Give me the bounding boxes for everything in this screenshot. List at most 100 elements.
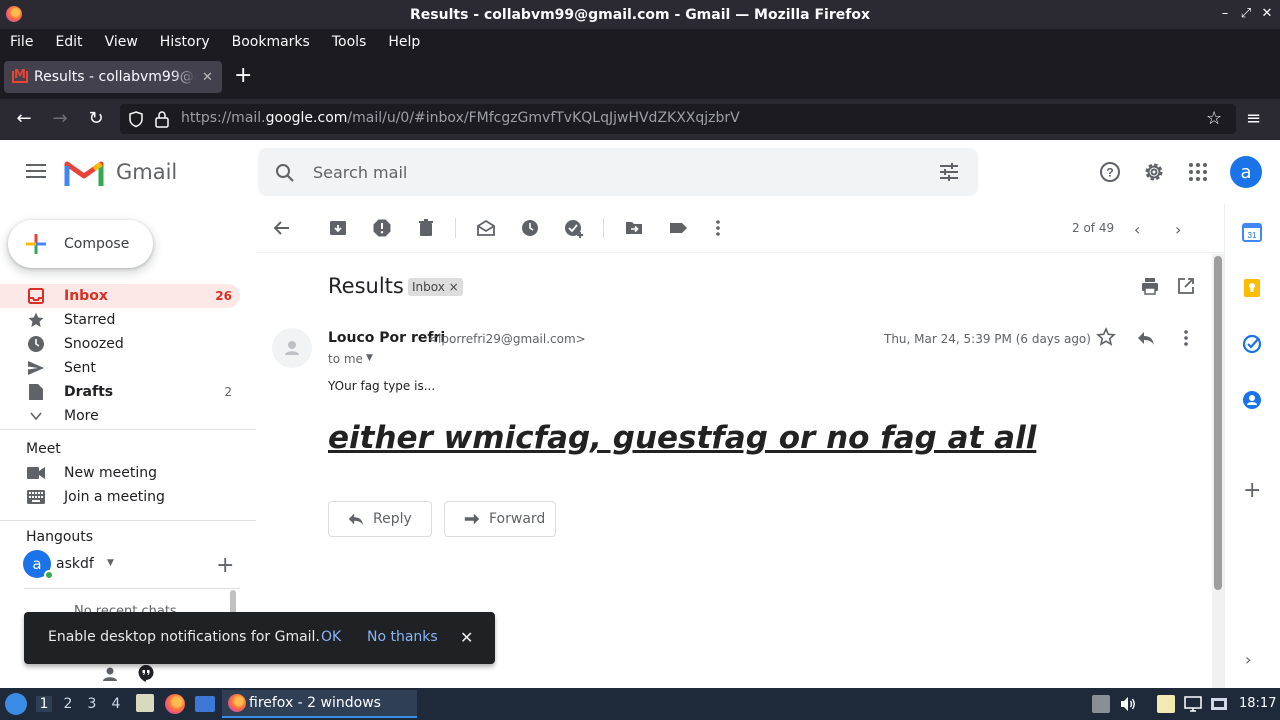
delete-icon[interactable]: [416, 218, 436, 238]
network-icon[interactable]: [1210, 695, 1228, 713]
firefox-menu-icon[interactable]: ≡: [1246, 108, 1261, 129]
back-to-inbox-icon[interactable]: [272, 218, 292, 238]
keep-notes-icon[interactable]: [1242, 278, 1262, 298]
account-avatar[interactable]: a: [1230, 156, 1262, 188]
taskbar-task-label[interactable]: firefox - 2 windows: [249, 695, 381, 711]
url-text[interactable]: https://mail.google.com/mail/u/0/#inbox/…: [181, 110, 740, 126]
archive-icon[interactable]: [328, 218, 348, 238]
snackbar-ok-button[interactable]: OK: [321, 629, 341, 645]
sender-email[interactable]: <lporrefri29@gmail.com>: [428, 332, 586, 346]
menu-file[interactable]: File: [10, 34, 33, 50]
label-icon[interactable]: [668, 218, 688, 238]
draft-icon: [27, 383, 45, 401]
mark-unread-icon[interactable]: [476, 218, 496, 238]
older-message-icon[interactable]: ›: [1175, 220, 1181, 239]
lock-icon[interactable]: [154, 110, 170, 128]
open-new-window-icon[interactable]: [1176, 276, 1196, 296]
firefox-launcher-icon[interactable]: [165, 694, 185, 714]
new-chat-plus-icon[interactable]: +: [216, 553, 234, 578]
get-addons-plus-icon[interactable]: +: [1243, 478, 1261, 503]
caret-down-icon[interactable]: ▼: [107, 558, 114, 568]
sidebar-item-sent[interactable]: Sent: [0, 356, 240, 380]
terminal-launcher-icon[interactable]: [195, 696, 215, 712]
gear-icon[interactable]: [1142, 160, 1166, 184]
hangouts-scrollbar[interactable]: [230, 590, 236, 614]
search-options-icon[interactable]: [937, 160, 961, 184]
print-icon[interactable]: [1140, 276, 1160, 296]
sidebar-item-more[interactable]: More: [0, 404, 240, 428]
file-manager-icon[interactable]: [136, 694, 154, 712]
menu-bookmarks[interactable]: Bookmarks: [232, 34, 310, 50]
more-options-icon[interactable]: [1176, 328, 1196, 348]
message-scrollbar-thumb[interactable]: [1214, 256, 1222, 590]
snackbar-no-thanks-button[interactable]: No thanks: [367, 629, 438, 645]
volume-icon[interactable]: [1119, 695, 1137, 713]
hangouts-user-name[interactable]: askdf: [56, 556, 94, 572]
newer-message-icon[interactable]: ‹: [1134, 220, 1140, 239]
help-icon[interactable]: ?: [1098, 160, 1122, 184]
maximize-button[interactable]: ⤢: [1239, 6, 1253, 21]
join-meeting-link[interactable]: Join a meeting: [64, 489, 165, 505]
workspace-3[interactable]: 3: [84, 696, 100, 712]
workspace-4[interactable]: 4: [108, 696, 124, 712]
show-details-caret-icon[interactable]: ▼: [366, 353, 373, 363]
tray-eject-icon[interactable]: [1092, 695, 1110, 713]
apps-grid-icon[interactable]: [1186, 160, 1210, 184]
remove-label-icon[interactable]: ×: [449, 280, 459, 294]
report-spam-icon[interactable]: [372, 218, 392, 238]
back-button[interactable]: ←: [13, 108, 35, 130]
sidebar-item-inbox[interactable]: Inbox 26: [0, 284, 240, 308]
compose-label[interactable]: Compose: [64, 236, 129, 252]
browser-tab[interactable]: Results - collabvm99@gmail.com ✕: [4, 61, 222, 93]
reply-icon[interactable]: [1136, 328, 1156, 348]
main-menu-icon[interactable]: [24, 160, 48, 184]
search-input[interactable]: Search mail: [313, 163, 407, 182]
start-menu-icon[interactable]: [5, 693, 27, 715]
snooze-clock-icon[interactable]: [520, 218, 540, 238]
calendar-icon[interactable]: 31: [1242, 222, 1262, 242]
tab-close-button[interactable]: ✕: [202, 70, 213, 85]
menu-help[interactable]: Help: [388, 34, 420, 50]
close-window-button[interactable]: ✕: [1260, 6, 1274, 21]
new-tab-button[interactable]: +: [234, 64, 252, 88]
more-options-icon[interactable]: [708, 218, 728, 238]
reload-button[interactable]: ↻: [85, 108, 107, 130]
star-icon[interactable]: [1096, 327, 1116, 347]
new-meeting-link[interactable]: New meeting: [64, 465, 157, 481]
sender-avatar[interactable]: [272, 328, 312, 368]
compose-plus-icon[interactable]: [24, 232, 48, 256]
move-to-icon[interactable]: [624, 218, 644, 238]
tasks-icon[interactable]: [1242, 334, 1262, 354]
search-icon[interactable]: [274, 162, 296, 184]
sidebar-item-snoozed[interactable]: Snoozed: [0, 332, 240, 356]
hangouts-chat-icon[interactable]: [137, 664, 155, 682]
clipboard-icon[interactable]: [1157, 695, 1175, 713]
workspace-1[interactable]: 1: [36, 696, 52, 712]
show-side-panel-chevron-icon[interactable]: ›: [1245, 650, 1251, 669]
add-to-tasks-icon[interactable]: [564, 218, 584, 238]
minimize-button[interactable]: –: [1218, 6, 1232, 21]
workspace-2[interactable]: 2: [60, 696, 76, 712]
menu-history[interactable]: History: [160, 34, 210, 50]
inbox-label-chip[interactable]: Inbox ×: [408, 278, 463, 296]
menu-bar: File Edit View History Bookmarks Tools H…: [0, 29, 1280, 54]
toolbar-separator: [455, 218, 456, 238]
forward-button[interactable]: Forward: [444, 501, 556, 537]
display-icon[interactable]: [1184, 695, 1202, 713]
gmail-wordmark[interactable]: Gmail: [116, 160, 177, 184]
sidebar-item-drafts[interactable]: Drafts 2: [0, 380, 240, 404]
menu-edit[interactable]: Edit: [55, 34, 82, 50]
shield-icon[interactable]: [127, 110, 145, 128]
recipients-text[interactable]: to me: [328, 352, 363, 366]
side-panel-divider: [1224, 204, 1225, 688]
snackbar-close-icon[interactable]: ✕: [460, 628, 473, 647]
gmail-logo-icon[interactable]: [64, 158, 104, 188]
sidebar-item-starred[interactable]: Starred: [0, 308, 240, 332]
reply-button[interactable]: Reply: [328, 501, 432, 537]
menu-view[interactable]: View: [105, 34, 138, 50]
forward-nav-button[interactable]: →: [49, 108, 71, 130]
person-icon[interactable]: [101, 665, 119, 683]
contacts-icon[interactable]: [1242, 390, 1262, 410]
menu-tools[interactable]: Tools: [332, 34, 367, 50]
bookmark-star-icon[interactable]: ☆: [1206, 108, 1222, 129]
